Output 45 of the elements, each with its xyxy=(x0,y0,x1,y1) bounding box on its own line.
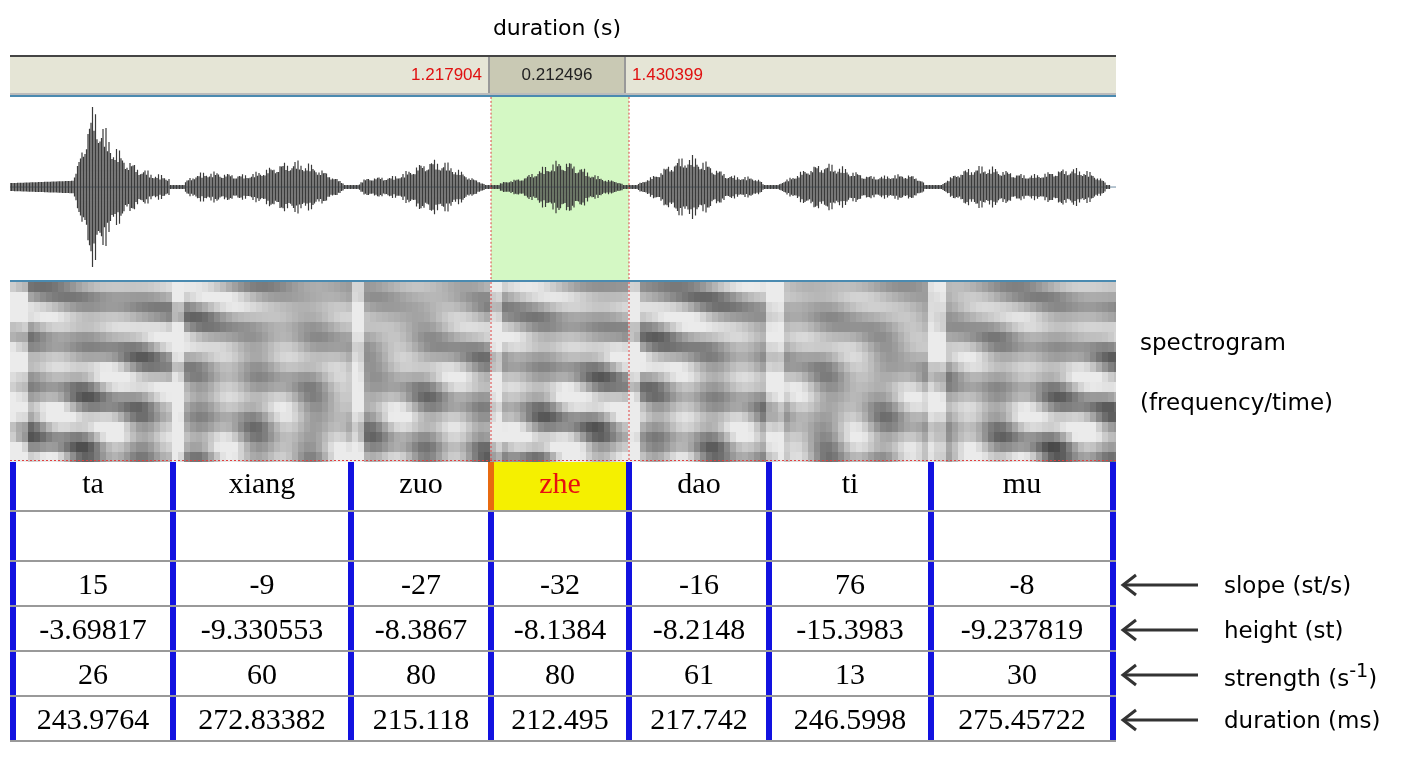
table-cell: 243.9764 xyxy=(10,697,170,740)
table-cell: -16 xyxy=(626,562,766,605)
end-time: 1.430399 xyxy=(631,64,704,86)
row-annotation: height (st) xyxy=(1224,616,1344,643)
table-cell: 215.118 xyxy=(348,697,488,740)
table-cell: 61 xyxy=(626,652,766,695)
table-cell: 80 xyxy=(348,652,488,695)
table-cell: -9.330553 xyxy=(170,607,348,650)
row-annotation: slope (st/s) xyxy=(1224,571,1352,598)
interval-label[interactable]: dao xyxy=(626,462,766,510)
table-cell: 212.495 xyxy=(488,697,626,740)
table-cell: 272.83382 xyxy=(170,697,348,740)
interval-boundary xyxy=(1110,562,1116,605)
table-cell: -8.1384 xyxy=(488,607,626,650)
table-cell: -8.3867 xyxy=(348,607,488,650)
table-cell: -3.69817 xyxy=(10,607,170,650)
interval-boundary xyxy=(1110,652,1116,695)
table-cell: 80 xyxy=(488,652,626,695)
spectrogram-caption: spectrogram xyxy=(1140,329,1287,355)
table-cell: -32 xyxy=(488,562,626,605)
spectrogram-caption: (frequency/time) xyxy=(1140,389,1335,415)
table-cell: 76 xyxy=(766,562,928,605)
selection-duration[interactable]: 0.212496 xyxy=(488,57,626,93)
table-cell: 217.742 xyxy=(626,697,766,740)
table-cell: -8.2148 xyxy=(626,607,766,650)
table-cell: 246.5998 xyxy=(766,697,928,740)
table-cell: 15 xyxy=(10,562,170,605)
row-annotation: duration (ms) xyxy=(1224,706,1381,733)
row-annotation: strength (s$^{-1}$) xyxy=(1224,658,1378,691)
interval-boundary xyxy=(1110,697,1116,740)
interval-boundary xyxy=(1110,512,1116,560)
table-cell: 60 xyxy=(170,652,348,695)
interval-boundary xyxy=(1110,607,1116,650)
table-cell: 26 xyxy=(10,652,170,695)
table-cell: -9 xyxy=(170,562,348,605)
interval-label[interactable]: zhe xyxy=(488,462,626,510)
duration-heading: duration (s) xyxy=(492,15,622,40)
interval-label[interactable]: ta xyxy=(10,462,170,510)
start-time: 1.217904 xyxy=(410,64,483,86)
interval-label[interactable]: ti xyxy=(766,462,928,510)
table-cell: -15.3983 xyxy=(766,607,928,650)
interval-boundary xyxy=(1110,462,1116,510)
table-cell: 13 xyxy=(766,652,928,695)
table-cell: -27 xyxy=(348,562,488,605)
interval-label[interactable]: xiang xyxy=(170,462,348,510)
